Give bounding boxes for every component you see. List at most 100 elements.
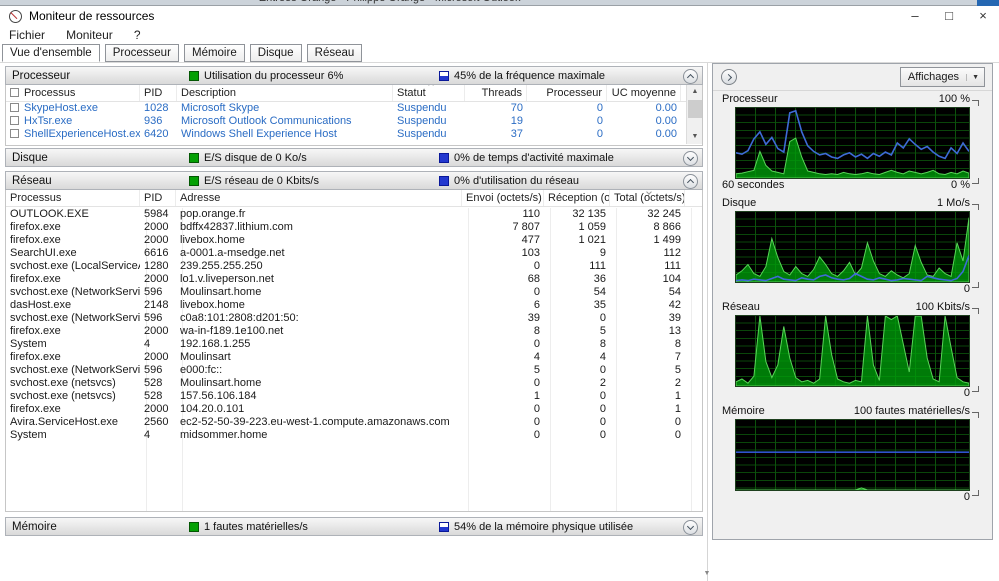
net-table-row[interactable]: svchost.exe (NetworkService)596e000:fc::… [6,364,702,377]
titlebar: Moniteur de ressources – □ × [0,6,999,26]
cell-processus: OUTLOOK.EXE [6,208,140,221]
tab-disque[interactable]: Disque [250,44,302,62]
scroll-down-icon[interactable]: ▼ [687,130,703,144]
net-table-row[interactable]: svchost.exe (NetworkService)596c0a8:101:… [6,312,702,325]
net-table-row[interactable]: firefox.exe2000Moulinsart447 [6,351,702,364]
net-table-row[interactable]: firefox.exe2000104.20.0.101001 [6,403,702,416]
cell-total: 0 [610,429,685,442]
resource-monitor-icon [9,10,22,23]
cpu-table-row[interactable]: SkypeHost.exe1028Microsoft SkypeSuspendu… [6,102,702,115]
net-table-row[interactable]: Avira.ServiceHost.exe2560ec2-52-50-39-22… [6,416,702,429]
tab-reseau[interactable]: Réseau [307,44,363,62]
menu-aide[interactable]: ? [125,26,150,42]
net-table-row[interactable]: dasHost.exe2148livebox.home63542 [6,299,702,312]
collapse-cpu-button[interactable] [683,69,698,84]
net-table-row[interactable]: svchost.exe (LocalServiceAndNo...1280239… [6,260,702,273]
net-table-row[interactable]: OUTLOOK.EXE5984pop.orange.fr11032 13532 … [6,208,702,221]
net-table-row[interactable]: firefox.exe2000wa-in-f189.1e100.net8513 [6,325,702,338]
row-checkbox[interactable] [10,116,19,125]
cell-adresse: Moulinsart [176,351,462,364]
row-checkbox[interactable] [10,103,19,112]
section-bar-processeur[interactable]: Processeur Utilisation du processeur 6% … [5,66,703,85]
net-table-row[interactable]: firefox.exe2000livebox.home4771 0211 499 [6,234,702,247]
net-table-row[interactable]: System4midsommer.home000 [6,429,702,442]
menu-moniteur[interactable]: Moniteur [57,26,122,42]
scroll-thumb[interactable] [688,100,702,118]
net-table-row[interactable]: firefox.exe2000bdffx42837.lithium.com7 8… [6,221,702,234]
views-dropdown-button[interactable]: Affichages ▼ [900,67,985,87]
fautes-materielles-series [736,488,969,490]
col-processus[interactable]: Processus [6,190,140,206]
col-pid[interactable]: PID [140,85,177,101]
col-pid[interactable]: PID [140,190,176,206]
expand-disk-button[interactable] [683,151,698,166]
section-bar-memoire[interactable]: Mémoire 1 fautes matérielles/s 54% de la… [5,517,703,536]
cell-adresse: Moulinsart.home [176,377,462,390]
col-processeur[interactable]: Processeur [527,85,607,101]
cpu-table-scrollbar[interactable]: ▲ ▼ [686,85,702,144]
graph-scale: 100 Kbits/s [916,301,970,313]
cell-total: 112 [610,247,685,260]
cell-envoi: 0 [462,416,544,429]
col-adresse[interactable]: Adresse [176,190,462,206]
close-button[interactable]: × [969,7,997,25]
chevron-down-icon: ▼ [966,74,984,81]
net-table-row[interactable]: System4192.168.1.255088 [6,338,702,351]
cell-reception: 0 [544,364,610,377]
scroll-up-icon[interactable]: ▲ [687,85,703,99]
col-processus[interactable]: Processus [6,85,140,101]
net-table-row[interactable]: svchost.exe (NetworkService)596Moulinsar… [6,286,702,299]
chevron-up-icon [687,74,694,81]
maximize-button[interactable]: □ [935,7,963,25]
tab-processeur[interactable]: Processeur [105,44,179,62]
expand-mem-button[interactable] [683,520,698,535]
net-table-row[interactable]: firefox.exe2000lo1.v.liveperson.net68361… [6,273,702,286]
graph-title: Processeur [722,93,778,105]
graph-title: Disque [722,197,756,209]
section-bar-disque[interactable]: Disque E/S disque de 0 Ko/s 0% de temps … [5,148,703,167]
disk-io-indicator-icon [189,153,199,163]
cell-description: Microsoft Skype [177,102,393,115]
net-table-row[interactable]: svchost.exe (netsvcs)528Moulinsart.home0… [6,377,702,390]
scale-bracket-icon [972,204,979,210]
cell-pid: 596 [140,286,176,299]
cell-processus: firefox.exe [6,325,140,338]
cell-pid: 2000 [140,221,176,234]
cell-statut: Suspendu [393,115,465,128]
tab-memoire[interactable]: Mémoire [184,44,245,62]
tab-vue-densemble[interactable]: Vue d'ensemble [2,44,100,62]
select-all-checkbox[interactable] [10,88,19,97]
cell-processus: svchost.exe (NetworkService) [6,286,140,299]
cell-pid: 936 [140,115,177,128]
cell-processus: dasHost.exe [6,299,140,312]
net-table-row[interactable]: SearchUI.exe6616a-0001.a-msedge.net10391… [6,247,702,260]
cell-processus: firefox.exe [6,403,140,416]
col-reception[interactable]: Réception (oct... [544,190,610,206]
col-envoi[interactable]: Envoi (octets/s) [462,190,544,206]
graph-scale: 1 Mo/s [937,197,970,209]
pane-divider [707,63,708,581]
menu-fichier[interactable]: Fichier [0,26,54,42]
cpu-table-row[interactable]: ShellExperienceHost.exe6420Windows Shell… [6,128,702,141]
col-uc-moyenne[interactable]: UC moyenne [607,85,681,101]
col-threads[interactable]: Threads [465,85,527,101]
cell-description: Windows Shell Experience Host [177,128,393,141]
scroll-down-icon[interactable]: ▼ [702,569,712,579]
row-checkbox[interactable] [10,129,19,138]
section-bar-reseau[interactable]: Réseau E/S réseau de 0 Kbits/s 0% d'util… [5,171,703,190]
section-title: Réseau [12,175,52,187]
col-description[interactable]: Description [177,85,393,101]
cpu-table-row[interactable]: HxTsr.exe936Microsoft Outlook Communicat… [6,115,702,128]
cpu-table-header: Processus PID Description Statut Threads… [6,85,702,102]
cell-reception: 8 [544,338,610,351]
cell-processus: svchost.exe (NetworkService) [6,312,140,325]
collapse-panel-button[interactable] [721,69,737,85]
col-statut[interactable]: Statut [393,85,465,101]
cell-total: 13 [610,325,685,338]
cell-total: 8 866 [610,221,685,234]
collapse-net-button[interactable] [683,174,698,189]
minimize-button[interactable]: – [901,7,929,25]
col-total[interactable]: Total (octets/s) [610,190,685,206]
net-table-row[interactable]: svchost.exe (netsvcs)528157.56.106.18410… [6,390,702,403]
cell-adresse: lo1.v.liveperson.net [176,273,462,286]
